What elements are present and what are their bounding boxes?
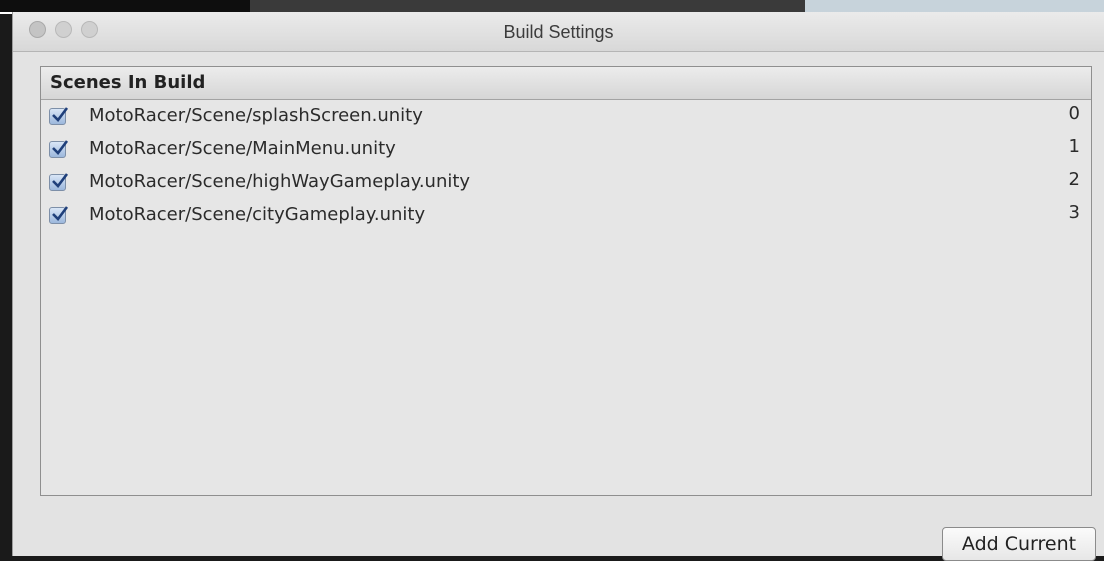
scene-row[interactable]: MotoRacer/Scene/highWayGameplay.unity 2 xyxy=(41,168,1091,201)
build-settings-window: Build Settings Scenes In Build MotoRacer… xyxy=(12,12,1104,561)
checkmark-icon xyxy=(52,107,69,122)
scene-include-checkbox[interactable] xyxy=(49,140,69,158)
checkmark-icon xyxy=(52,173,69,188)
scene-row[interactable]: MotoRacer/Scene/splashScreen.unity 0 xyxy=(41,102,1091,135)
scenes-in-build-list[interactable]: Scenes In Build MotoRacer/Scene/splashSc… xyxy=(40,66,1092,496)
scene-path: MotoRacer/Scene/splashScreen.unity xyxy=(89,105,423,126)
checkmark-icon xyxy=(52,140,69,155)
scene-row[interactable]: MotoRacer/Scene/cityGameplay.unity 3 xyxy=(41,201,1091,234)
scene-path: MotoRacer/Scene/cityGameplay.unity xyxy=(89,204,426,225)
scene-include-checkbox[interactable] xyxy=(49,107,69,125)
scene-path: MotoRacer/Scene/MainMenu.unity xyxy=(89,138,396,159)
scene-row[interactable]: MotoRacer/Scene/MainMenu.unity 1 xyxy=(41,135,1091,168)
scene-path: MotoRacer/Scene/highWayGameplay.unity xyxy=(89,171,471,192)
window-title: Build Settings xyxy=(503,22,614,42)
title-bar[interactable]: Build Settings xyxy=(13,12,1104,52)
scene-index: 2 xyxy=(1068,169,1080,190)
checkmark-icon xyxy=(52,206,69,221)
scene-include-checkbox[interactable] xyxy=(49,206,69,224)
scenes-in-build-header: Scenes In Build xyxy=(41,67,1091,100)
scene-index: 3 xyxy=(1068,202,1080,223)
scene-index: 1 xyxy=(1068,136,1080,157)
scene-include-checkbox[interactable] xyxy=(49,173,69,191)
scene-index: 0 xyxy=(1068,103,1080,124)
